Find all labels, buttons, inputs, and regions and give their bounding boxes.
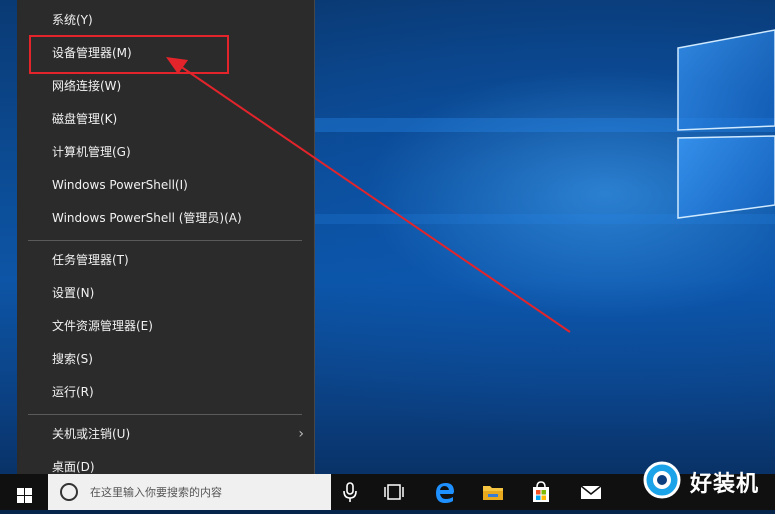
menu-item-label: 文件资源管理器(E) <box>52 319 153 333</box>
menu-item-label: 计算机管理(G) <box>52 145 131 159</box>
menu-item-label: 关机或注销(U) <box>52 427 131 441</box>
edge-icon[interactable] <box>431 478 459 506</box>
file-explorer-icon[interactable] <box>479 478 507 506</box>
menu-item-label: 任务管理器(T) <box>52 253 129 267</box>
watermark-text: 好装机 <box>690 472 760 497</box>
store-icon[interactable] <box>527 478 555 506</box>
menu-item-file-explorer[interactable]: 文件资源管理器(E) <box>17 311 314 342</box>
menu-item-powershell-admin[interactable]: Windows PowerShell (管理员)(A) <box>17 203 314 234</box>
menu-item-powershell[interactable]: Windows PowerShell(I) <box>17 170 314 201</box>
menu-item-label: 网络连接(W) <box>52 79 122 93</box>
menu-item-settings[interactable]: 设置(N) <box>17 278 314 309</box>
start-button[interactable] <box>0 474 48 510</box>
taskbar-search-box[interactable]: 在这里输入你要搜索的内容 <box>48 474 331 510</box>
annotation-highlight-box <box>29 35 229 74</box>
chevron-right-icon: › <box>298 426 304 442</box>
menu-item-shutdown-signout[interactable]: 关机或注销(U) › <box>17 419 314 450</box>
menu-item-label: 设置(N) <box>52 286 95 300</box>
menu-item-disk-management[interactable]: 磁盘管理(K) <box>17 104 314 135</box>
menu-item-run[interactable]: 运行(R) <box>17 377 314 408</box>
microphone-icon[interactable] <box>336 478 364 506</box>
menu-item-network-connections[interactable]: 网络连接(W) <box>17 71 314 102</box>
menu-item-label: Windows PowerShell (管理员)(A) <box>52 211 242 225</box>
menu-item-label: 磁盘管理(K) <box>52 112 118 126</box>
menu-item-computer-management[interactable]: 计算机管理(G) <box>17 137 314 168</box>
menu-item-label: 系统(Y) <box>52 13 93 27</box>
cortana-icon <box>60 483 78 501</box>
watermark-mascot-icon <box>643 461 681 499</box>
windows-logo-wallpaper <box>677 29 775 219</box>
menu-item-label: Windows PowerShell(I) <box>52 178 188 192</box>
menu-item-label: 桌面(D) <box>52 460 95 474</box>
mail-icon[interactable] <box>577 478 605 506</box>
watermark-logo: 好装机 <box>640 460 775 500</box>
windows-start-icon <box>17 488 32 503</box>
menu-item-task-manager[interactable]: 任务管理器(T) <box>17 245 314 276</box>
menu-separator <box>28 240 302 241</box>
task-view-icon[interactable] <box>380 478 408 506</box>
menu-item-search[interactable]: 搜索(S) <box>17 344 314 375</box>
search-placeholder: 在这里输入你要搜索的内容 <box>90 486 222 499</box>
menu-item-label: 运行(R) <box>52 385 94 399</box>
menu-item-system[interactable]: 系统(Y) <box>17 5 314 36</box>
menu-item-label: 搜索(S) <box>52 352 93 366</box>
menu-separator <box>28 414 302 415</box>
